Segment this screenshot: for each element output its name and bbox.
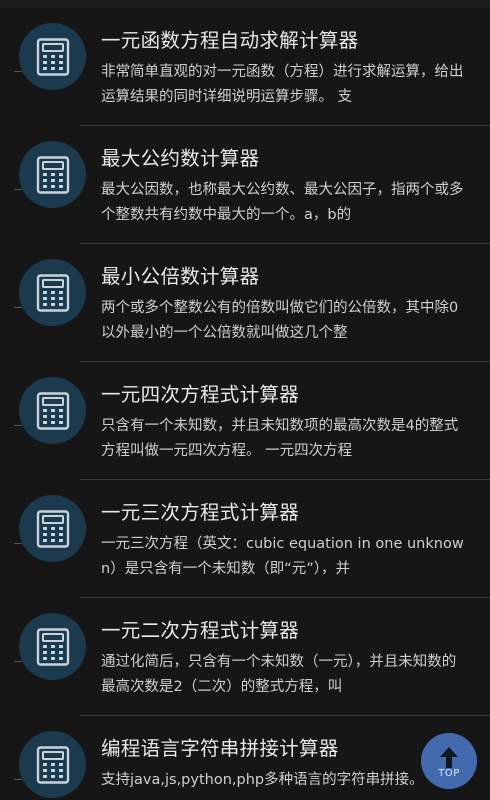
item-title: 编程语言字符串拼接计算器 <box>101 737 339 760</box>
item-description: 一元三次方程（英文：cubic equation in one unknown）… <box>101 536 464 577</box>
list-item[interactable]: 最小公倍数计算器 两个或多个整数公有的倍数叫做它们的公倍数，其中除0以外最小的一… <box>0 244 490 362</box>
list-item[interactable]: 最大公约数计算器 最大公因数，也称最大公约数、最大公因子，指两个或多个整数共有约… <box>0 126 490 244</box>
status-strip <box>0 0 490 8</box>
item-description: 非常简单直观的对一元函数（方程）进行求解运算，给出运算结果的同时详细说明运算步骤… <box>101 64 464 105</box>
calculator-list: 一元函数方程自动求解计算器 非常简单直观的对一元函数（方程）进行求解运算，给出运… <box>0 8 490 800</box>
calculator-icon-glyph <box>36 509 69 548</box>
item-title: 最大公约数计算器 <box>101 147 260 170</box>
arrow-up-icon <box>440 746 458 768</box>
list-item[interactable]: 一元二次方程式计算器 通过化简后，只含有一个未知数（一元），并且未知数的最高次数… <box>0 598 490 716</box>
divider-stub <box>14 425 22 426</box>
item-description: 只含有一个未知数，并且未知数项的最高次数是4的整式方程叫做一元四次方程。 一元四… <box>101 418 459 459</box>
calculator-icon <box>19 259 86 326</box>
list-item[interactable]: 一元三次方程式计算器 一元三次方程（英文：cubic equation in o… <box>0 480 490 598</box>
divider-stub <box>14 543 22 544</box>
calculator-icon <box>19 141 86 208</box>
calculator-icon <box>19 495 86 562</box>
divider-stub <box>14 307 22 308</box>
item-description: 支持java,js,python,php多种语言的字符串拼接。 <box>101 772 424 788</box>
divider-stub <box>14 779 22 780</box>
list-item[interactable]: 一元四次方程式计算器 只含有一个未知数，并且未知数项的最高次数是4的整式方程叫做… <box>0 362 490 480</box>
calculator-icon <box>19 613 86 680</box>
item-description: 通过化简后，只含有一个未知数（一元），并且未知数的最高次数是2（二次）的整式方程… <box>101 654 457 695</box>
back-to-top-button[interactable]: TOP <box>421 733 477 789</box>
calculator-icon-glyph <box>36 391 69 430</box>
item-title: 一元三次方程式计算器 <box>101 501 300 524</box>
calculator-icon-glyph <box>36 745 69 784</box>
item-title: 一元四次方程式计算器 <box>101 383 300 406</box>
divider-stub <box>14 71 22 72</box>
calculator-icon <box>19 731 86 798</box>
item-description: 两个或多个整数公有的倍数叫做它们的公倍数，其中除0以外最小的一个公倍数就叫做这几… <box>101 300 459 341</box>
item-title: 最小公倍数计算器 <box>101 265 260 288</box>
calculator-icon-glyph <box>36 627 69 666</box>
divider-stub <box>14 661 22 662</box>
calculator-icon-glyph <box>36 155 69 194</box>
calculator-icon-glyph <box>36 273 69 312</box>
item-description: 最大公因数，也称最大公约数、最大公因子，指两个或多个整数共有约数中最大的一个。a… <box>101 182 464 223</box>
back-to-top-label: TOP <box>438 767 460 779</box>
calculator-icon <box>19 377 86 444</box>
list-item[interactable]: 一元函数方程自动求解计算器 非常简单直观的对一元函数（方程）进行求解运算，给出运… <box>0 8 490 126</box>
item-title: 一元函数方程自动求解计算器 <box>101 29 359 52</box>
item-title: 一元二次方程式计算器 <box>101 619 300 642</box>
divider-stub <box>14 189 22 190</box>
calculator-icon <box>19 23 86 90</box>
calculator-icon-glyph <box>36 37 69 76</box>
list-item[interactable]: 编程语言字符串拼接计算器 支持java,js,python,php多种语言的字符… <box>0 716 490 800</box>
